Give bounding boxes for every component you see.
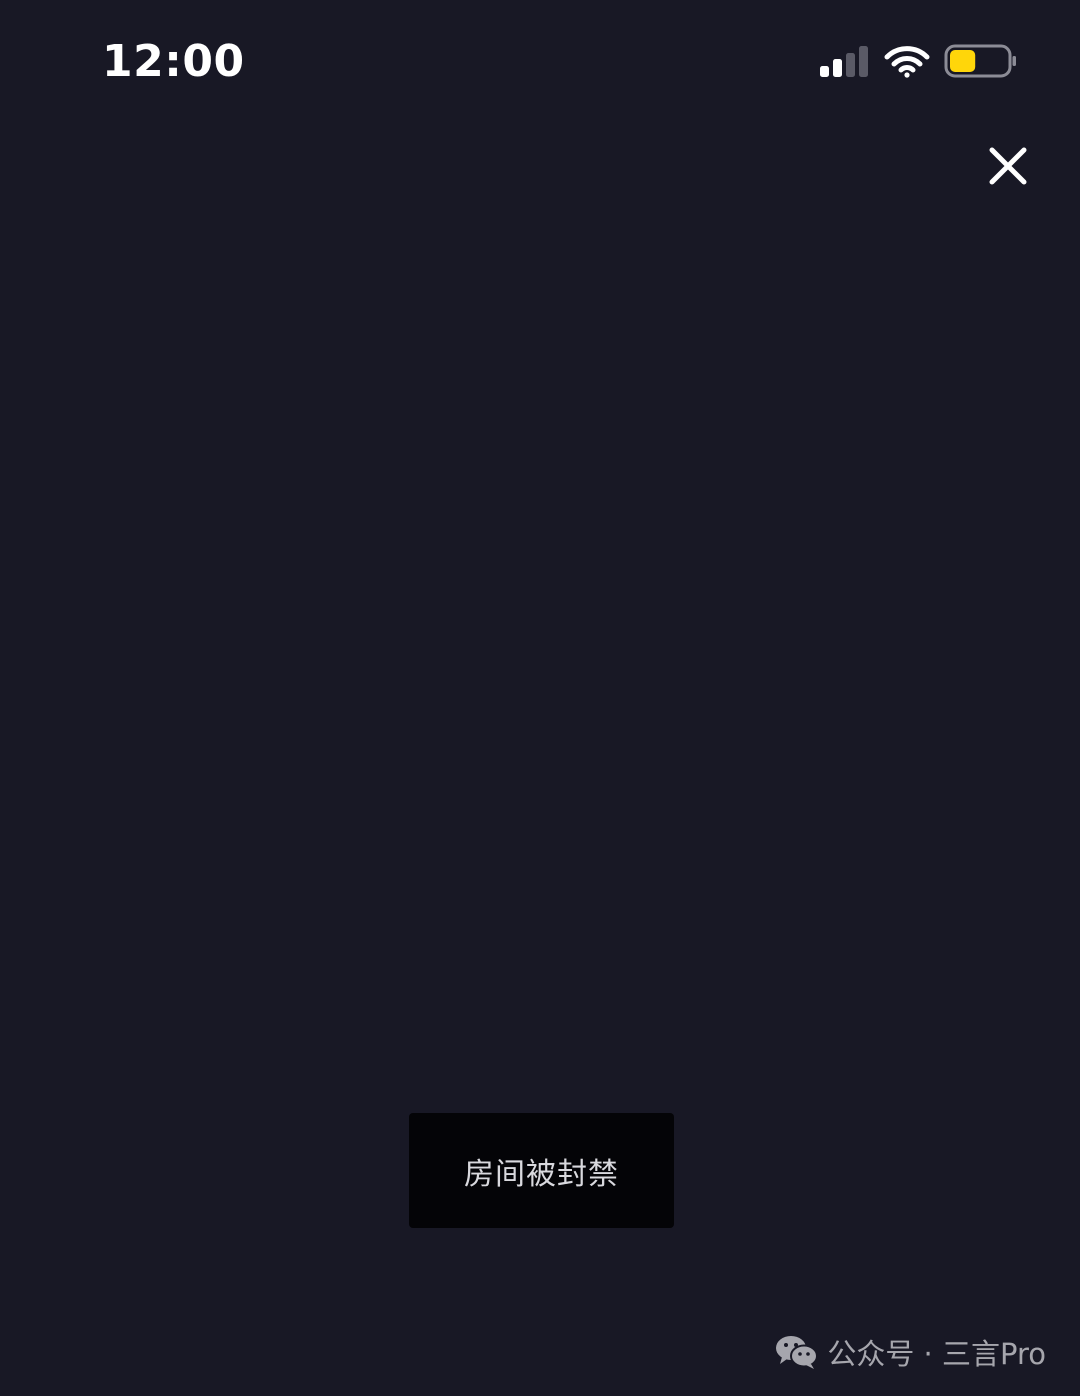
watermark: 公众号 · 三言Pro xyxy=(775,1330,1046,1374)
watermark-text: 公众号 · 三言Pro xyxy=(827,1337,1046,1371)
battery-level-fill xyxy=(950,50,976,72)
banned-room-toast: 房间被封禁 xyxy=(409,1113,674,1228)
status-time: 12:00 xyxy=(102,36,245,87)
wifi-icon xyxy=(884,46,930,78)
cellular-signal-icon xyxy=(820,46,868,77)
battery-icon xyxy=(944,44,1016,78)
close-icon[interactable] xyxy=(984,142,1032,190)
wechat-logo-icon xyxy=(776,1336,819,1369)
toast-message: 房间被封禁 xyxy=(464,1156,619,1192)
status-bar: 12:00 xyxy=(0,0,1080,120)
